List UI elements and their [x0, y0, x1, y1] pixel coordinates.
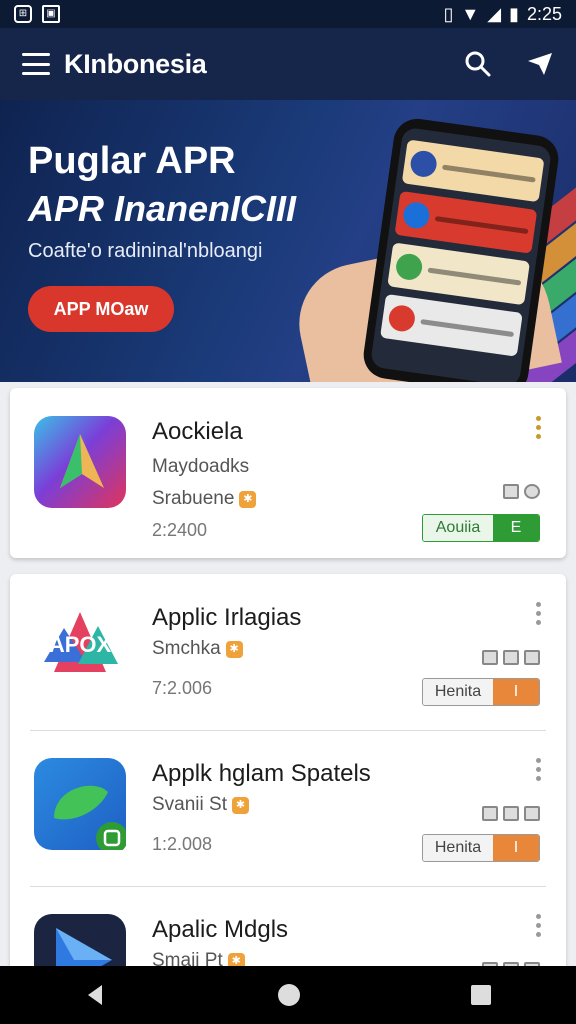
- list-item[interactable]: Aockiela Maydoadks Srabuene ✱ 2:2400 Aoui…: [10, 388, 566, 544]
- clock: 2:25: [526, 3, 562, 24]
- app-downloads: 7:2.006: [152, 678, 213, 698]
- star-badge-icon: ✱: [227, 952, 245, 966]
- app-name: Apalic Mdgls: [152, 916, 289, 943]
- notification-icon: ⊞: [14, 5, 32, 23]
- app-feature-icons: [482, 806, 540, 821]
- install-button-action: I: [493, 835, 539, 861]
- install-button-action: I: [493, 679, 539, 705]
- banner-subtitle: Coafte'o radininal'nbloangi: [28, 240, 263, 262]
- home-icon[interactable]: [277, 983, 301, 1007]
- banner-cta-button[interactable]: APP MOaw: [28, 286, 174, 332]
- list-item[interactable]: APOX Applic Irlagias Smchka ✱ 7:2.006 Hen…: [10, 574, 566, 730]
- app-card: APOX Applic Irlagias Smchka ✱ 7:2.006 Hen…: [10, 574, 566, 966]
- system-nav-bar: [0, 966, 576, 1024]
- star-badge-icon: ✱: [225, 640, 243, 658]
- status-bar: ⊞ ▣ ▯ ▼ ◢ ▮ 2:25: [0, 0, 576, 28]
- install-button[interactable]: Aouiia E: [422, 514, 540, 542]
- app-card[interactable]: Aockiela Maydoadks Srabuene ✱ 2:2400 Aoui…: [10, 388, 566, 558]
- app-category: Smaii Pt: [152, 950, 223, 966]
- install-button[interactable]: Henita I: [422, 678, 540, 706]
- star-badge-icon: ✱: [239, 490, 257, 508]
- app-icon[interactable]: [34, 416, 126, 508]
- app-name: Applk hglam Spatels: [152, 760, 371, 787]
- install-button-label: Aouiia: [423, 515, 493, 541]
- app-category: Svanii St: [152, 794, 227, 815]
- signal-icon: ◢: [487, 3, 502, 24]
- app-list: Aockiela Maydoadks Srabuene ✱ 2:2400 Aoui…: [0, 380, 576, 966]
- wifi-icon: ▼: [461, 3, 480, 24]
- promo-banner[interactable]: Puglar APR APR InanenICIII Coafte'o radi…: [0, 100, 576, 382]
- install-button[interactable]: Henita I: [422, 834, 540, 862]
- app-bar: KInbonesia: [0, 28, 576, 100]
- app-downloads: 2:2400: [152, 520, 208, 540]
- send-icon[interactable]: [526, 51, 554, 77]
- battery-icon: ▮: [509, 3, 519, 24]
- app-name: Aockiela: [152, 418, 243, 445]
- install-button-label: Henita: [423, 679, 493, 705]
- back-icon[interactable]: [84, 983, 108, 1007]
- more-options-icon[interactable]: [536, 914, 542, 937]
- photo-notification-icon: ▣: [42, 5, 60, 23]
- more-options-icon[interactable]: [536, 416, 542, 439]
- banner-headline-1: Puglar APR: [28, 140, 236, 182]
- more-options-icon[interactable]: [536, 602, 542, 625]
- recents-icon[interactable]: [470, 984, 492, 1006]
- app-downloads: 1:2.008: [152, 834, 213, 854]
- app-icon[interactable]: [34, 758, 128, 854]
- app-feature-icons: [503, 484, 540, 499]
- app-icon[interactable]: [34, 914, 126, 966]
- star-badge-icon: ✱: [231, 796, 249, 814]
- hamburger-icon[interactable]: [22, 53, 50, 75]
- app-title: KInbonesia: [64, 48, 207, 79]
- list-item[interactable]: Apalic Mdgls Smaii Pt ✱: [10, 886, 566, 966]
- banner-headline-2: APR InanenICIII: [28, 188, 297, 229]
- app-category: Srabuene: [152, 488, 235, 509]
- more-options-icon[interactable]: [536, 758, 542, 781]
- app-category: Smchka: [152, 638, 221, 659]
- svg-text:APOX: APOX: [49, 632, 112, 657]
- vibrate-icon: ▯: [443, 3, 454, 24]
- app-feature-icons: [482, 650, 540, 665]
- app-name: Applic Irlagias: [152, 604, 302, 631]
- app-icon[interactable]: APOX: [34, 602, 126, 694]
- phone-image: [360, 115, 562, 382]
- app-developer: Maydoadks: [152, 456, 250, 477]
- install-button-label: Henita: [423, 835, 493, 861]
- list-item[interactable]: Applk hglam Spatels Svanii St ✱ 1:2.008 H…: [10, 730, 566, 886]
- search-icon[interactable]: [464, 50, 492, 78]
- install-button-action: E: [493, 515, 539, 541]
